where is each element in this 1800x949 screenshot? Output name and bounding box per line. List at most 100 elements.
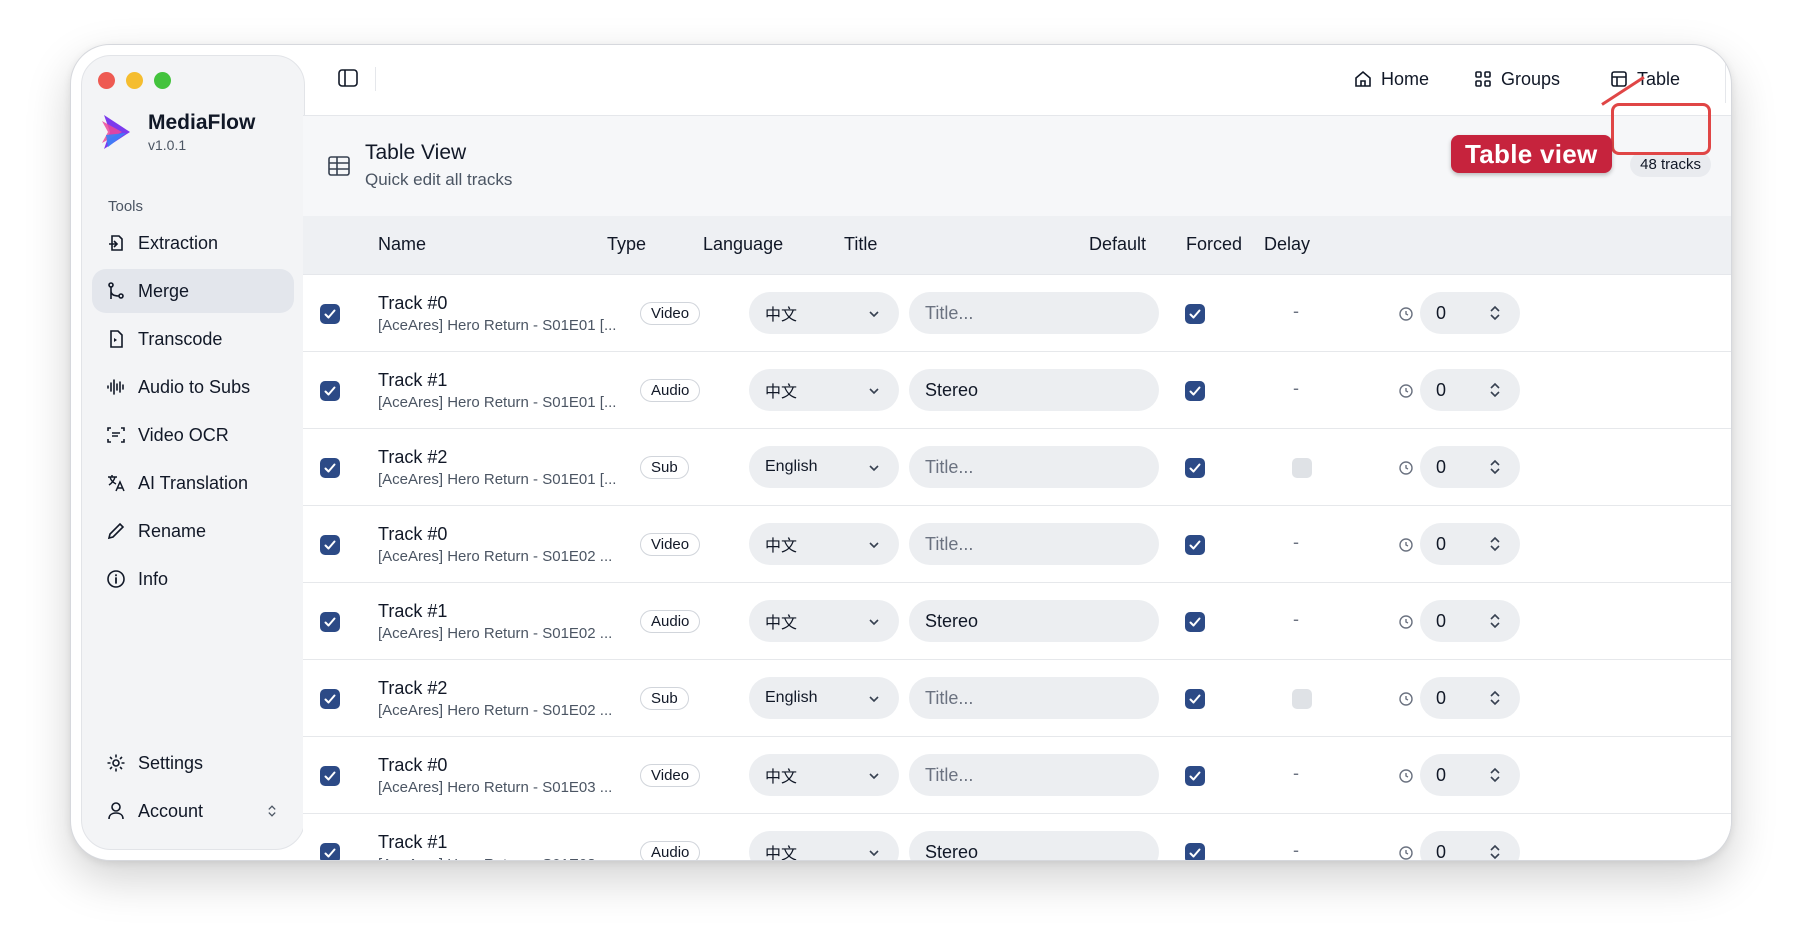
sidebar-item-label: Merge [138,280,190,301]
stepper-arrows-icon[interactable] [1488,381,1502,399]
stepper-arrows-icon[interactable] [1488,458,1502,476]
language-select[interactable]: 中文 [749,600,899,642]
default-checkbox[interactable] [1185,458,1205,478]
delay-stepper[interactable]: 0 [1420,677,1520,719]
sidebar-item-label: Transcode [138,328,223,349]
row-select-checkbox[interactable] [320,843,340,860]
column-header-forced[interactable]: Forced [1186,234,1242,255]
sidebar-item-info[interactable]: Info [92,557,294,601]
stepper-arrows-icon[interactable] [1488,766,1502,784]
row-select-checkbox[interactable] [320,612,340,632]
clock-icon [1399,538,1413,552]
grid-icon [1475,71,1491,87]
forced-checkbox[interactable] [1292,458,1312,478]
track-name: Track #1 [378,832,448,852]
language-select[interactable]: 中文 [749,523,899,565]
track-type-badge: Audio [640,610,701,633]
sidebar-item-ai-translation[interactable]: AI Translation [92,461,294,505]
track-title-input[interactable] [909,754,1159,796]
delay-stepper[interactable]: 0 [1420,369,1520,411]
stepper-arrows-icon[interactable] [1488,843,1502,861]
language-select[interactable]: 中文 [749,369,899,411]
chevron-down-icon [869,850,879,857]
stepper-arrows-icon[interactable] [1488,612,1502,630]
clock-icon [1399,615,1413,629]
track-title-input[interactable] [909,600,1159,642]
track-title-input[interactable] [909,292,1159,334]
track-title-input[interactable] [909,831,1159,860]
track-type-badge: Sub [640,456,689,479]
merge-icon [108,282,124,299]
delay-stepper[interactable]: 0 [1420,754,1520,796]
language-select[interactable]: English [749,677,899,719]
language-select[interactable]: 中文 [749,292,899,334]
table-row: Track #2 [AceAres] Hero Return - S01E02 .… [303,660,1731,737]
row-select-checkbox[interactable] [320,535,340,555]
default-checkbox[interactable] [1185,381,1205,401]
delay-stepper[interactable]: 0 [1420,446,1520,488]
scan-text-icon [107,427,125,443]
sidebar-item-rename[interactable]: Rename [92,509,294,553]
default-checkbox[interactable] [1185,612,1205,632]
sidebar-item-settings[interactable]: Settings [92,741,294,785]
language-select-value: 中文 [765,307,798,324]
language-select-value: English [765,689,818,706]
sidebar-toggle-icon[interactable] [337,67,359,89]
sidebar-item-account[interactable]: Account [92,789,294,833]
close-window-button[interactable] [98,72,115,89]
language-select[interactable]: 中文 [749,831,899,860]
forced-checkbox[interactable] [1292,689,1312,709]
sidebar-item-video-ocr[interactable]: Video OCR [92,413,294,457]
track-title-input[interactable] [909,369,1159,411]
row-select-checkbox[interactable] [320,458,340,478]
column-header-language[interactable]: Language [703,234,783,255]
sidebar-item-label: Settings [138,752,204,773]
default-checkbox[interactable] [1185,535,1205,555]
column-header-type[interactable]: Type [607,234,646,255]
delay-stepper[interactable]: 0 [1420,292,1520,334]
column-header-default[interactable]: Default [1089,234,1146,255]
zoom-window-button[interactable] [154,72,171,89]
sidebar-item-label: Account [138,800,204,821]
minimize-window-button[interactable] [126,72,143,89]
track-title-input[interactable] [909,677,1159,719]
column-header-delay[interactable]: Delay [1264,234,1310,255]
delay-stepper[interactable]: 0 [1420,600,1520,642]
table-row: Track #1 [AceAres] Hero Return - S01E02 .… [303,583,1731,660]
nav-home-button[interactable]: Home [1353,61,1429,97]
divider [1725,57,1726,103]
default-checkbox[interactable] [1185,304,1205,324]
sidebar-item-transcode[interactable]: Transcode [92,317,294,361]
stepper-arrows-icon[interactable] [1488,304,1502,322]
track-title-input[interactable] [909,523,1159,565]
table-view-icon [328,156,350,176]
language-select-value: 中文 [765,615,798,632]
nav-groups-button[interactable]: Groups [1473,61,1560,97]
stepper-arrows-icon[interactable] [1488,689,1502,707]
app-version: v1.0.1 [148,137,187,153]
column-header-title[interactable]: Title [844,234,877,255]
row-select-checkbox[interactable] [320,304,340,324]
default-checkbox[interactable] [1185,843,1205,860]
language-select[interactable]: English [749,446,899,488]
delay-stepper[interactable]: 0 [1420,831,1520,861]
transcode-icon [110,330,123,348]
delay-stepper[interactable]: 0 [1420,523,1520,565]
sidebar-item-audio-to-subs[interactable]: Audio to Subs [92,365,294,409]
row-select-checkbox[interactable] [320,766,340,786]
default-checkbox[interactable] [1185,766,1205,786]
language-select[interactable]: 中文 [749,754,899,796]
row-select-checkbox[interactable] [320,689,340,709]
chevron-down-icon [869,696,879,703]
annotation-highlight-box [1611,103,1711,155]
column-header-name[interactable]: Name [378,234,426,255]
translate-icon [108,475,125,492]
default-checkbox[interactable] [1185,689,1205,709]
gear-icon [107,754,125,772]
sidebar-item-extraction[interactable]: Extraction [92,221,294,265]
track-title-input[interactable] [909,446,1159,488]
row-select-checkbox[interactable] [320,381,340,401]
sidebar-item-merge[interactable]: Merge [92,269,294,313]
stepper-arrows-icon[interactable] [1488,535,1502,553]
chevron-down-icon [869,542,879,549]
